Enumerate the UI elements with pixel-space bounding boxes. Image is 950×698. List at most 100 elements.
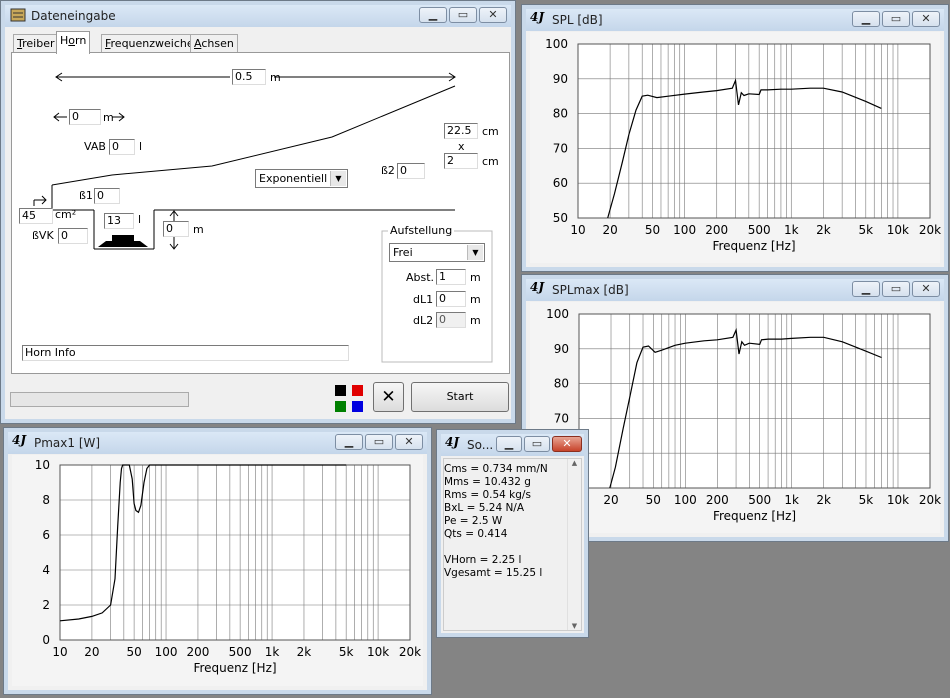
progress-bar: [10, 392, 189, 407]
chevron-down-icon[interactable]: ▼: [330, 171, 346, 186]
color-swatch-black[interactable]: [335, 385, 346, 396]
dl1-input[interactable]: 0: [436, 291, 466, 307]
app-logo-icon: 4J: [12, 433, 27, 447]
plot-background: [579, 314, 930, 488]
beta2-label: ß2: [381, 164, 395, 177]
summary-line: Rms = 0.54 kg/s: [444, 489, 531, 501]
x-tick-label: 500: [748, 223, 771, 237]
horn-type-select[interactable]: Exponentiell ▼: [255, 169, 348, 188]
minimize-button[interactable]: ▁: [496, 436, 522, 452]
close-button[interactable]: ✕: [479, 7, 507, 23]
maximize-button[interactable]: ▭: [449, 7, 477, 23]
title-bar[interactable]: 4J Pmax1 [W] ▁ ▭ ✕: [8, 432, 427, 454]
y-tick-label: 100: [545, 37, 568, 51]
maximize-button[interactable]: ▭: [365, 434, 393, 450]
chart-area: 50607080901001020501002005001k2k5k10k20k…: [530, 302, 941, 533]
plot-background: [60, 465, 410, 640]
beta1-input[interactable]: 0: [94, 188, 120, 204]
x-tick-label: 50: [646, 493, 661, 507]
maximize-button[interactable]: ▭: [524, 436, 550, 452]
plot-background: [578, 44, 930, 218]
title-bar[interactable]: 4J SPL [dB] ▁ ▭ ✕: [526, 9, 944, 31]
throat-area-input[interactable]: 45: [19, 208, 53, 224]
mouth-width-input[interactable]: 22.5: [444, 123, 478, 139]
minimize-button[interactable]: ▁: [419, 7, 447, 23]
x-tick-label: 20k: [919, 223, 941, 237]
x-axis-label: Frequenz [Hz]: [193, 661, 276, 675]
chart-area: 0 2 4 6 8 10 10 20 50 100 200 500 1k 2k 5k 10k 20k Freque…: [12, 455, 423, 686]
x-tick-label: 2k: [297, 645, 312, 659]
tab-frequenzweiche[interactable]: Frequenzweiche: [101, 34, 198, 53]
close-button[interactable]: ✕: [552, 436, 582, 452]
y-tick-label: 50: [553, 211, 568, 225]
vab-input[interactable]: 0: [109, 139, 135, 155]
color-swatch-green[interactable]: [335, 401, 346, 412]
chamber-offset-unit: m: [193, 223, 204, 236]
dl2-input: 0: [436, 312, 466, 328]
window-title: Dateneingabe: [31, 9, 116, 23]
chart-area: 50607080901001020501002005001k2k5k10k20k…: [530, 32, 941, 263]
x-tick-label: 1k: [784, 223, 799, 237]
title-bar[interactable]: 4J So... ▁ ▭ ✕: [441, 434, 584, 456]
x-tick-label: 200: [705, 223, 728, 237]
tab-treiber[interactable]: Treiber: [13, 34, 59, 53]
summary-line: Qts = 0.414: [444, 528, 508, 540]
y-tick-label: 10: [35, 458, 50, 472]
tab-horn[interactable]: Horn: [56, 31, 91, 54]
x-tick-label: 200: [706, 493, 729, 507]
title-bar[interactable]: 4J SPLmax [dB] ▁ ▭ ✕: [526, 279, 944, 301]
chevron-down-icon[interactable]: ▼: [467, 245, 483, 260]
x-tick-label: 100: [673, 223, 696, 237]
color-swatch-blue[interactable]: [352, 401, 363, 412]
x-tick-label: 200: [186, 645, 209, 659]
x-axis-label: Frequenz [Hz]: [713, 509, 796, 523]
minimize-button[interactable]: ▁: [852, 11, 880, 27]
betavk-input[interactable]: 0: [58, 228, 88, 244]
dl1-label: dL1: [413, 293, 434, 306]
summary-lines: Cms = 0.734 mm/N Mms = 10.432 g Rms = 0.…: [444, 463, 567, 580]
beta2-input[interactable]: 0: [397, 163, 425, 179]
betavk-label: ßVK: [32, 229, 54, 242]
horn-length-input[interactable]: 0.5: [232, 69, 266, 85]
chamber-offset-input[interactable]: 0: [163, 221, 189, 237]
horn-info-field[interactable]: Horn Info: [22, 345, 349, 361]
color-swatch-red[interactable]: [352, 385, 363, 396]
scrollbar[interactable]: ▲ ▼: [567, 459, 581, 630]
close-button[interactable]: ✕: [912, 11, 940, 27]
pmax-window: 4J Pmax1 [W] ▁ ▭ ✕ 0 2 4 6 8 10 10 20 50 100 200 50…: [3, 427, 432, 695]
close-button[interactable]: ✕: [395, 434, 423, 450]
aufstellung-select[interactable]: Frei ▼: [389, 243, 485, 262]
x-tick-label: 50: [126, 645, 141, 659]
maximize-button[interactable]: ▭: [882, 281, 910, 297]
cancel-button[interactable]: ✕: [373, 382, 404, 412]
minimize-button[interactable]: ▁: [335, 434, 363, 450]
start-button[interactable]: Start: [411, 382, 509, 412]
app-icon: [9, 6, 27, 24]
title-bar[interactable]: Dateneingabe ▁ ▭ ✕: [5, 5, 511, 27]
close-button[interactable]: ✕: [912, 281, 940, 297]
tab-achsen[interactable]: Achsen: [190, 34, 238, 53]
app-logo-icon: 4J: [530, 10, 545, 24]
minimize-button[interactable]: ▁: [852, 281, 880, 297]
x-tick-label: 10: [52, 645, 67, 659]
scroll-down-icon[interactable]: ▼: [568, 622, 581, 630]
driver-symbol: [98, 235, 148, 247]
horn-tab-page: 0.5 m 0 m VAB 0 l 22.5 cm x 2 cm Exponen…: [11, 52, 510, 374]
y-tick-label: 70: [553, 141, 568, 155]
vab-unit: l: [139, 140, 143, 153]
abst-unit: m: [470, 271, 481, 284]
scroll-up-icon[interactable]: ▲: [568, 459, 581, 467]
offset-input[interactable]: 0: [69, 109, 101, 125]
y-tick-label: 80: [553, 107, 568, 121]
horn-length-unit: m: [270, 71, 281, 84]
x-tick-label: 20k: [399, 645, 421, 659]
x-tick-label: 5k: [859, 223, 874, 237]
mouth-height-input[interactable]: 2: [444, 153, 478, 169]
window-title: Pmax1 [W]: [34, 436, 101, 450]
spl-chart: 50 60 70 80 90 100 10 20 50 100 200 500 1k 2k 5k 10k 20k…: [545, 37, 941, 253]
maximize-button[interactable]: ▭: [882, 11, 910, 27]
chamber-volume-input[interactable]: 13: [104, 213, 134, 229]
abst-input[interactable]: 1: [436, 269, 466, 285]
offset-unit: m: [103, 111, 114, 124]
y-tick-label: 90: [554, 342, 569, 356]
